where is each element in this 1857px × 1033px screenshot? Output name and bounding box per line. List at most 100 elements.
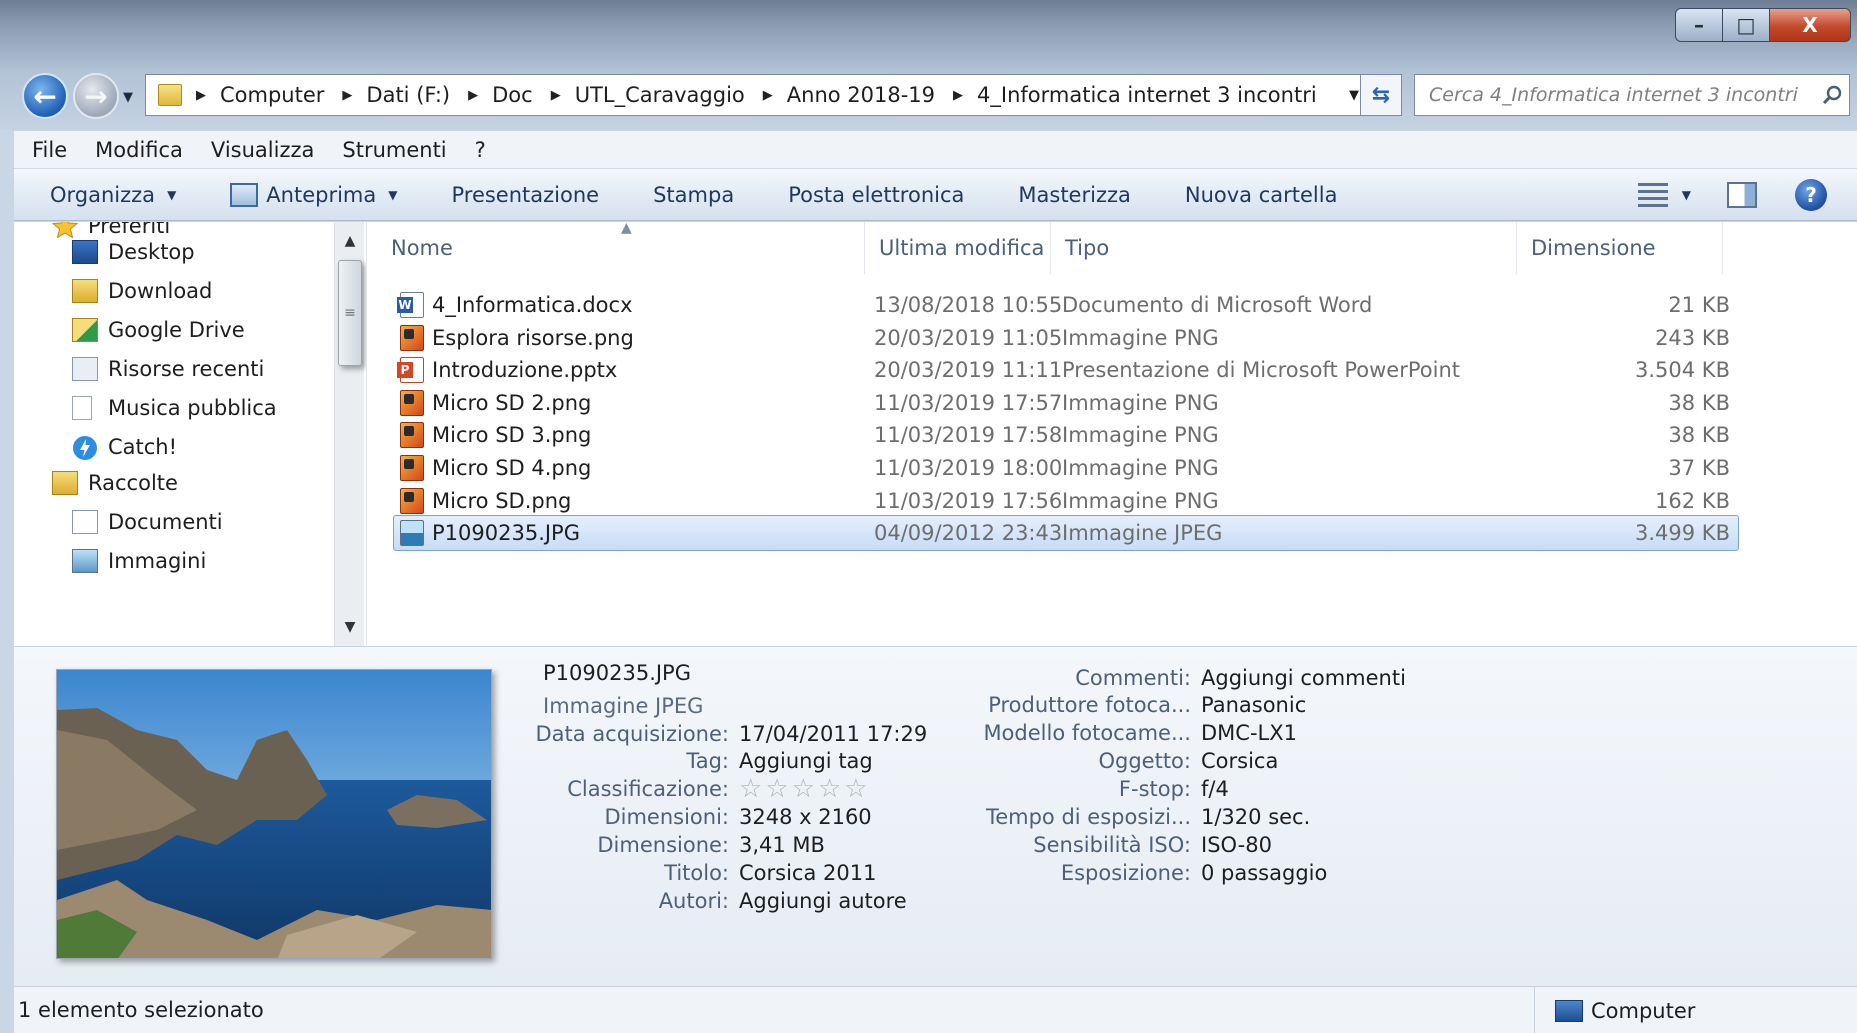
nav-pictures[interactable]: Immagini: [72, 549, 206, 573]
recent-pages-dropdown[interactable]: ▼: [123, 90, 133, 105]
detail-property-value: 17/04/2011 17:29: [739, 721, 928, 746]
close-button[interactable]: X: [1769, 8, 1851, 42]
organize-button[interactable]: Organizza ▼: [50, 183, 176, 207]
breadcrumb-separator-icon[interactable]: ▶: [551, 88, 561, 103]
back-button[interactable]: ←: [22, 73, 68, 119]
desktop-icon: [72, 240, 98, 264]
file-type: Immagine JPEG: [1062, 521, 1223, 546]
menu-visualizza[interactable]: Visualizza: [211, 138, 314, 162]
nav-recent-places[interactable]: Risorse recenti: [72, 357, 264, 381]
blank-document-icon: [72, 396, 92, 420]
breadcrumb-item[interactable]: ▶ Computer: [182, 75, 328, 115]
file-row[interactable]: Micro SD.png 11/03/2019 17:56 Immagine PNG…: [393, 483, 1739, 519]
nav-desktop[interactable]: Desktop: [72, 240, 195, 264]
print-button[interactable]: Stampa: [653, 183, 734, 207]
file-row[interactable]: Micro SD 2.png 11/03/2019 17:57 Immagine P…: [393, 385, 1739, 421]
breadcrumb-separator-icon[interactable]: ▶: [953, 88, 963, 103]
nav-public-music-label: Musica pubblica: [108, 396, 277, 420]
nav-catch[interactable]: Catch!: [72, 435, 177, 460]
breadcrumb-item[interactable]: ▶ Doc: [454, 75, 537, 115]
file-row[interactable]: 4_Informatica.docx 13/08/2018 10:55Docume…: [393, 287, 1739, 323]
maximize-button[interactable]: □: [1722, 8, 1770, 42]
scroll-down-icon[interactable]: ▼: [335, 612, 365, 642]
change-view-icon[interactable]: [1637, 183, 1668, 207]
breadcrumb-item[interactable]: ▶ Dati (F:): [328, 75, 454, 115]
file-row[interactable]: Introduzione.pptx 20/03/2019 11:11Present…: [393, 352, 1739, 388]
file-modified: 11/03/2019 17:57: [874, 390, 1063, 415]
scroll-thumb[interactable]: ≡: [338, 260, 362, 366]
column-header-name[interactable]: ▲ Nome: [367, 220, 865, 274]
nav-favorites[interactable]: Preferiti: [51, 222, 170, 239]
file-size: 3.499 KB: [1635, 521, 1730, 546]
help-icon[interactable]: ?: [1795, 179, 1827, 211]
file-size: 162 KB: [1655, 488, 1730, 513]
column-header-modified[interactable]: Ultima modifica: [865, 222, 1051, 274]
minimize-button[interactable]: –: [1675, 8, 1723, 42]
file-name: P1090235.JPG: [432, 521, 580, 546]
breadcrumb-separator-icon[interactable]: ▶: [342, 88, 352, 103]
column-header-type[interactable]: Tipo: [1051, 222, 1517, 274]
scroll-up-icon[interactable]: ▲: [335, 226, 365, 256]
preview-label: Anteprima: [266, 182, 377, 207]
column-type-label: Tipo: [1065, 236, 1110, 260]
search-icon[interactable]: [1815, 84, 1849, 106]
detail-property-value[interactable]: Aggiungi commenti: [1201, 666, 1406, 690]
file-name: Micro SD.png: [432, 488, 572, 513]
documents-icon: [72, 510, 98, 534]
explorer-window: – □ X ← → ▼ ▶ Computer ▶ Dati (F:) ▶ Doc ▶ UTL_…: [0, 0, 1857, 1033]
file-row[interactable]: Micro SD 3.png 11/03/2019 17:58 Immagine P…: [393, 417, 1739, 453]
file-row[interactable]: Esplora risorse.png 20/03/2019 11:05 Immag…: [393, 320, 1739, 356]
nav-documents[interactable]: Documenti: [72, 510, 223, 534]
address-bar[interactable]: ▶ Computer ▶ Dati (F:) ▶ Doc ▶ UTL_Caravaggio ▶ A…: [145, 74, 1375, 116]
menu-help[interactable]: ?: [475, 138, 486, 162]
command-bar-right: ▼ ?: [1637, 169, 1857, 221]
menu-modifica[interactable]: Modifica: [95, 138, 183, 162]
nav-download[interactable]: Download: [72, 279, 212, 303]
detail-property-label: Oggetto:: [1098, 749, 1191, 774]
email-button[interactable]: Posta elettronica: [788, 183, 964, 207]
breadcrumb-separator-icon[interactable]: ▶: [763, 88, 773, 103]
forward-button[interactable]: →: [73, 73, 119, 119]
breadcrumb-separator-icon[interactable]: ▶: [468, 88, 478, 103]
burn-button[interactable]: Masterizza: [1018, 183, 1130, 207]
word-doc-icon: [397, 292, 424, 318]
detail-property-label: Commenti:: [1075, 665, 1191, 690]
column-modified-label: Ultima modifica: [879, 236, 1045, 260]
menu-strumenti[interactable]: Strumenti: [342, 138, 446, 162]
details-filename: P1090235.JPG: [543, 661, 691, 685]
nav-libraries[interactable]: Raccolte: [52, 471, 178, 495]
file-row[interactable]: Micro SD 4.png 11/03/2019 18:00 Immagine P…: [393, 450, 1739, 486]
chevron-down-icon: ▼: [388, 187, 398, 202]
breadcrumb-separator-icon[interactable]: ▶: [196, 88, 206, 103]
slideshow-button[interactable]: Presentazione: [451, 183, 599, 207]
preview-icon: [230, 182, 259, 207]
file-row[interactable]: P1090235.JPG 04/09/2012 23:43 Immagine JPE…: [393, 515, 1739, 552]
file-name: Micro SD 3.png: [432, 423, 592, 448]
breadcrumb-item[interactable]: ▶ UTL_Caravaggio: [537, 75, 749, 115]
detail-property: Autori: Aggiungi autore: [473, 884, 907, 917]
nav-libraries-label: Raccolte: [88, 471, 178, 495]
nav-scrollbar[interactable]: ▲ ≡ ▼: [334, 222, 364, 646]
detail-property-label: Sensibilità ISO:: [1033, 832, 1191, 857]
preview-pane-icon[interactable]: [1727, 182, 1757, 208]
detail-property-value[interactable]: Aggiungi tag: [739, 749, 873, 773]
nav-google-drive[interactable]: Google Drive: [72, 318, 245, 342]
file-name: Esplora risorse.png: [432, 325, 634, 350]
detail-property-label: Tag:: [686, 749, 729, 774]
breadcrumb-item[interactable]: ▶ Anno 2018-19: [749, 75, 939, 115]
refresh-button[interactable]: ⇆: [1360, 74, 1402, 116]
photo-thumbnail: [56, 669, 492, 959]
nav-public-music[interactable]: Musica pubblica: [72, 396, 277, 420]
new-folder-button[interactable]: Nuova cartella: [1185, 183, 1338, 207]
png-image-icon: [400, 324, 424, 351]
menu-file[interactable]: File: [32, 138, 67, 162]
detail-property-value[interactable]: Aggiungi autore: [739, 889, 907, 913]
file-name: Micro SD 2.png: [432, 390, 592, 415]
column-header-size[interactable]: Dimensione: [1517, 222, 1723, 274]
preview-button[interactable]: Anteprima ▼: [230, 182, 398, 207]
search-input[interactable]: [1415, 75, 1815, 115]
breadcrumb-item[interactable]: ▶ 4_Informatica internet 3 incontri: [939, 75, 1321, 115]
chevron-down-icon[interactable]: ▼: [1682, 188, 1691, 202]
detail-property-label: Dimensione:: [597, 833, 729, 858]
file-name-cell: Esplora risorse.png: [400, 321, 634, 355]
